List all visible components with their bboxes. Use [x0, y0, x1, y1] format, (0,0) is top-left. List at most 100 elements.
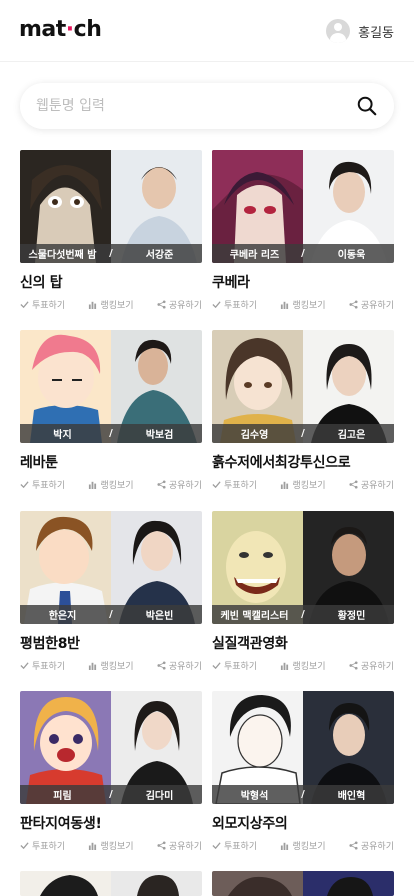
card-actions: 투표하기 랭킹보기 공유하기	[212, 659, 394, 672]
character-image	[212, 871, 303, 896]
card-thumbnail[interactable]: 박지 / 박보검	[20, 330, 202, 443]
bar-chart-icon	[281, 481, 289, 489]
card-thumbnail[interactable]: 케빈 맥캘리스터 / 황정민	[212, 511, 394, 624]
check-icon	[212, 481, 221, 489]
match-logo[interactable]: mat·ch	[19, 17, 102, 42]
ranking-button[interactable]: 랭킹보기	[280, 478, 326, 491]
webtoon-card[interactable]: 피림 / 김다미 판타지여동생! 투표하기 랭킹보기 공유하기	[20, 691, 202, 852]
logo-text-right: ch	[73, 17, 102, 42]
vote-label: 투표하기	[224, 662, 258, 672]
vote-button[interactable]: 투표하기	[20, 298, 65, 311]
share-label: 공유하기	[360, 842, 394, 852]
webtoon-card[interactable]: 김수영 / 김고은 흙수저에서최강투신으로 투표하기 랭킹보기 공유하기	[212, 330, 394, 491]
vote-button[interactable]: 투표하기	[212, 478, 257, 491]
vote-label: 투표하기	[32, 301, 66, 311]
webtoon-card[interactable]: 한은지 / 박은빈 평범한8반 투표하기 랭킹보기 공유하기	[20, 511, 202, 672]
vote-button[interactable]: 투표하기	[20, 478, 65, 491]
share-button[interactable]: 공유하기	[349, 659, 394, 672]
ranking-label: 랭킹보기	[292, 481, 326, 491]
vote-button[interactable]: 투표하기	[20, 659, 65, 672]
share-button[interactable]: 공유하기	[157, 839, 202, 852]
search-input[interactable]	[36, 95, 336, 117]
check-icon	[20, 662, 29, 670]
webtoon-card-partial[interactable]	[20, 871, 202, 896]
actor-name: 박은빈	[145, 611, 174, 622]
check-icon	[212, 842, 221, 850]
check-icon	[20, 842, 29, 850]
actor-name: 박보검	[145, 430, 174, 441]
ranking-button[interactable]: 랭킹보기	[280, 659, 326, 672]
webtoon-card[interactable]: 스물다섯번째 밤 / 서강준 신의 탑 투표하기 랭킹보기 공유하기	[20, 150, 202, 311]
webtoon-title[interactable]: 레바툰	[20, 452, 202, 471]
webtoon-title[interactable]: 외모지상주의	[212, 813, 394, 832]
check-icon	[20, 481, 29, 489]
ranking-label: 랭킹보기	[100, 301, 134, 311]
webtoon-title[interactable]: 평범한8반	[20, 633, 202, 652]
actor-name: 서강준	[145, 250, 174, 261]
share-icon	[157, 661, 166, 670]
ranking-button[interactable]: 랭킹보기	[88, 659, 134, 672]
vote-button[interactable]: 투표하기	[212, 839, 257, 852]
share-button[interactable]: 공유하기	[349, 298, 394, 311]
card-thumbnail[interactable]: 쿠베라 리즈 / 이동욱	[212, 150, 394, 263]
share-button[interactable]: 공유하기	[157, 659, 202, 672]
app-header: mat·ch 홍길동	[0, 0, 414, 62]
vote-label: 투표하기	[32, 481, 66, 491]
name-strip: 한은지 / 박은빈	[20, 605, 202, 624]
ranking-button[interactable]: 랭킹보기	[280, 839, 326, 852]
webtoon-title[interactable]: 쿠베라	[212, 272, 394, 291]
character-name: 케빈 맥캘리스터	[220, 611, 289, 622]
ranking-button[interactable]: 랭킹보기	[88, 478, 134, 491]
share-button[interactable]: 공유하기	[157, 478, 202, 491]
card-actions: 투표하기 랭킹보기 공유하기	[20, 659, 202, 672]
ranking-button[interactable]: 랭킹보기	[280, 298, 326, 311]
character-name: 한은지	[48, 611, 77, 622]
character-name: 박지	[53, 430, 72, 441]
webtoon-title[interactable]: 판타지여동생!	[20, 813, 202, 832]
ranking-button[interactable]: 랭킹보기	[88, 839, 134, 852]
name-strip: 피림 / 김다미	[20, 785, 202, 804]
bar-chart-icon	[281, 301, 289, 309]
card-actions: 투표하기 랭킹보기 공유하기	[212, 298, 394, 311]
name-strip: 박지 / 박보검	[20, 424, 202, 443]
search-bar	[20, 83, 394, 129]
card-thumbnail[interactable]: 한은지 / 박은빈	[20, 511, 202, 624]
name-strip: 박형석 / 배인혁	[212, 785, 394, 804]
check-icon	[212, 662, 221, 670]
vote-button[interactable]: 투표하기	[212, 659, 257, 672]
vote-label: 투표하기	[224, 842, 258, 852]
vote-button[interactable]: 투표하기	[212, 298, 257, 311]
character-name: 박형석	[240, 791, 269, 802]
card-thumbnail[interactable]: 박형석 / 배인혁	[212, 691, 394, 804]
share-button[interactable]: 공유하기	[349, 478, 394, 491]
ranking-button[interactable]: 랭킹보기	[88, 298, 134, 311]
vote-label: 투표하기	[224, 301, 258, 311]
card-thumbnail[interactable]	[20, 871, 202, 896]
share-label: 공유하기	[360, 301, 394, 311]
webtoon-title[interactable]: 실질객관영화	[212, 633, 394, 652]
card-thumbnail[interactable]: 김수영 / 김고은	[212, 330, 394, 443]
search-icon[interactable]	[356, 95, 378, 117]
name-strip: 김수영 / 김고은	[212, 424, 394, 443]
ranking-label: 랭킹보기	[100, 481, 134, 491]
share-button[interactable]: 공유하기	[349, 839, 394, 852]
webtoon-card-partial[interactable]	[212, 871, 394, 896]
webtoon-title[interactable]: 신의 탑	[20, 272, 202, 291]
share-icon	[157, 841, 166, 850]
vote-button[interactable]: 투표하기	[20, 839, 65, 852]
webtoon-card[interactable]: 케빈 맥캘리스터 / 황정민 실질객관영화 투표하기 랭킹보기 공유하기	[212, 511, 394, 672]
webtoon-card[interactable]: 쿠베라 리즈 / 이동욱 쿠베라 투표하기 랭킹보기 공유하기	[212, 150, 394, 311]
actor-photo	[303, 871, 394, 896]
card-thumbnail[interactable]: 피림 / 김다미	[20, 691, 202, 804]
character-image	[20, 871, 111, 896]
bar-chart-icon	[281, 662, 289, 670]
share-button[interactable]: 공유하기	[157, 298, 202, 311]
card-thumbnail[interactable]	[212, 871, 394, 896]
card-actions: 투표하기 랭킹보기 공유하기	[212, 839, 394, 852]
share-label: 공유하기	[168, 301, 202, 311]
card-thumbnail[interactable]: 스물다섯번째 밤 / 서강준	[20, 150, 202, 263]
webtoon-title[interactable]: 흙수저에서최강투신으로	[212, 452, 394, 471]
webtoon-card[interactable]: 박형석 / 배인혁 외모지상주의 투표하기 랭킹보기 공유하기	[212, 691, 394, 852]
user-menu[interactable]: 홍길동	[326, 19, 394, 43]
webtoon-card[interactable]: 박지 / 박보검 레바툰 투표하기 랭킹보기 공유하기	[20, 330, 202, 491]
